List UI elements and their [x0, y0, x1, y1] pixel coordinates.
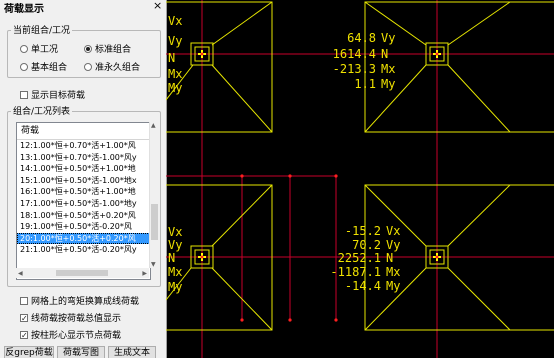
list-header: 荷载 [17, 123, 150, 140]
value-vy: 70.2 [352, 238, 381, 252]
checkbox-box: ✓ [20, 313, 28, 323]
label-vx: Vx [168, 225, 182, 239]
write-load-drawing-button[interactable]: 荷载写图 [57, 346, 105, 358]
moment-to-line-load-checkbox[interactable]: 网格上的弯矩换算成线荷载 [20, 294, 139, 307]
radio-label: 单工况 [31, 45, 59, 55]
label-my: My [168, 81, 182, 95]
label-n: N [168, 51, 175, 65]
value-my: -14.4 [345, 279, 381, 293]
unit-n: N [386, 251, 393, 265]
checkbox-label: 网格上的弯矩换算成线荷载 [31, 297, 140, 307]
radio-basic-combo[interactable]: 基本组合 [20, 60, 67, 73]
checkbox-box: ✓ [20, 330, 28, 340]
bottom-left-load-labels: Vx Vy N Mx My [168, 225, 182, 294]
column-load-marker-bottom-left [198, 253, 206, 261]
list-rows: 12:1.00*恒+0.70*活+1.00*风 13:1.00*恒+0.70*活-… [17, 140, 150, 256]
radio-dot [20, 44, 28, 53]
radio-dot-selected [84, 44, 92, 53]
list-item[interactable]: 21:1.00*恒+0.50*活-0.20*风y [17, 244, 150, 256]
reverse-load-button[interactable]: 反grep荷载 [4, 346, 54, 358]
list-item[interactable]: 13:1.00*恒+0.70*活-1.00*风y [17, 152, 150, 164]
checkbox-label: 按柱形心显示节点荷载 [31, 331, 122, 341]
label-my: My [168, 280, 182, 294]
unit-mx: Mx [381, 62, 395, 76]
unit-vx: Vx [386, 224, 400, 238]
radio-label: 准永久组合 [95, 63, 141, 73]
value-mx: -213.3 [333, 62, 376, 76]
list-vertical-scrollbar[interactable]: ▲ ▼ [149, 122, 159, 268]
show-target-load-checkbox[interactable]: 显示目标荷载 [20, 88, 85, 101]
radio-single-case[interactable]: 单工况 [20, 42, 58, 55]
top-right-load-values: 64.8 Vy 1614.4 N -213.3 Mx 1.1 My [333, 31, 396, 91]
unit-my: My [386, 279, 400, 293]
list-horizontal-scrollbar[interactable]: ◀ ▶ [16, 268, 149, 278]
label-vy: Vy [168, 34, 182, 48]
list-item[interactable]: 14:1.00*恒+0.50*活+1.00*地 [17, 163, 150, 175]
checkbox-label: 线荷载按荷载总值显示 [31, 314, 122, 324]
value-n: 2252.1 [338, 251, 381, 265]
label-vy: Vy [168, 238, 182, 252]
scroll-left-arrow-icon[interactable]: ◀ [18, 270, 23, 277]
column-load-marker-bottom-right [433, 253, 441, 261]
radio-standard-combo[interactable]: 标准组合 [84, 42, 131, 55]
combo-listbox[interactable]: 荷载 12:1.00*恒+0.70*活+1.00*风 13:1.00*恒+0.70… [16, 122, 151, 280]
scroll-up-arrow-icon[interactable]: ▲ [151, 122, 156, 129]
radio-quasi-permanent-combo[interactable]: 准永久组合 [84, 60, 140, 73]
scroll-right-arrow-icon[interactable]: ▶ [142, 270, 147, 277]
list-item[interactable]: 19:1.00*恒+0.50*活-0.20*风 [17, 221, 150, 233]
node-markers [240, 174, 338, 322]
scrollbar-thumb[interactable] [151, 204, 158, 240]
column-load-marker-top-left [198, 50, 206, 58]
checkbox-label: 显示目标荷载 [31, 91, 86, 101]
column-centroid-node-load-checkbox[interactable]: ✓ 按柱形心显示节点荷载 [20, 328, 121, 341]
combo-group-title: 当前组合/工况 [11, 23, 73, 36]
scrollbar-thumb[interactable] [56, 270, 108, 276]
list-item[interactable]: 18:1.00*恒+0.50*活+0.20*风 [17, 210, 150, 222]
load-display-panel: 荷载显示 × 当前组合/工况 单工况 标准组合 基本组合 准永久组合 显示目标荷… [0, 0, 167, 358]
close-icon[interactable]: × [153, 0, 162, 12]
list-group-title: 组合/工况列表 [11, 104, 73, 117]
list-item[interactable]: 16:1.00*恒+0.50*活+1.00*地 [17, 186, 150, 198]
scroll-down-arrow-icon[interactable]: ▼ [151, 261, 156, 268]
list-item[interactable]: 20:1.00*恒+0.50*活+0.20*风 [17, 232, 150, 245]
unit-vy: Vy [386, 238, 400, 252]
column-load-marker-top-right [433, 50, 441, 58]
generate-text-button[interactable]: 生成文本 [108, 346, 156, 358]
label-n: N [168, 251, 175, 265]
unit-my: My [381, 77, 395, 91]
list-item[interactable]: 17:1.00*恒+0.50*活-1.00*地y [17, 198, 150, 210]
label-mx: Mx [168, 265, 182, 279]
label-mx: Mx [168, 67, 182, 81]
line-load-total-checkbox[interactable]: ✓ 线荷载按荷载总值显示 [20, 311, 121, 324]
checkbox-box [20, 90, 28, 99]
value-mx: -1187.1 [330, 265, 381, 279]
unit-n: N [381, 47, 388, 61]
list-item[interactable]: 12:1.00*恒+0.70*活+1.00*风 [17, 140, 150, 152]
value-vy: 64.8 [347, 31, 376, 45]
radio-dot [84, 62, 92, 71]
radio-label: 基本组合 [31, 63, 68, 73]
panel-title: 荷载显示 [4, 4, 44, 15]
drawing-canvas[interactable]: Vx Vy N Mx My 64.8 Vy 1614.4 N -213.3 Mx… [166, 0, 554, 358]
list-item[interactable]: 15:1.00*恒+0.50*活-1.00*地x [17, 175, 150, 187]
checkbox-box [20, 296, 28, 305]
value-vx: -15.2 [345, 224, 381, 238]
unit-vy: Vy [381, 31, 395, 45]
radio-dot [20, 62, 28, 71]
radio-label: 标准组合 [95, 45, 132, 55]
value-n: 1614.4 [333, 47, 376, 61]
label-vx: Vx [168, 14, 182, 28]
unit-mx: Mx [386, 265, 400, 279]
bottom-right-load-values: -15.2 Vx 70.2 Vy 2252.1 N -1187.1 Mx -14… [330, 224, 400, 293]
value-my: 1.1 [354, 77, 376, 91]
